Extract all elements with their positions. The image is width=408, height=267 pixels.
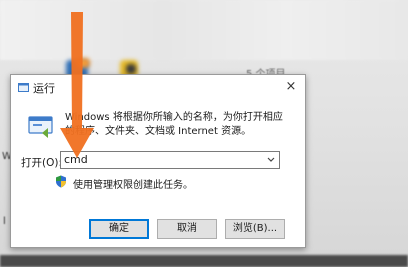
- uac-shield-icon: [55, 175, 67, 188]
- open-label: 打开(O):: [21, 157, 62, 169]
- admin-note: 使用管理权限创建此任务。: [73, 180, 193, 191]
- background-app-icon-orange: [76, 58, 90, 68]
- title-bar[interactable]: 运行 ×: [11, 75, 305, 99]
- background-app-icon-dark: [126, 64, 136, 74]
- cancel-button[interactable]: 取消: [157, 219, 217, 239]
- taskbar: [0, 255, 408, 267]
- close-button[interactable]: ×: [277, 75, 305, 99]
- background-letter-l: l: [3, 216, 6, 227]
- dropdown-chevron-icon[interactable]: [265, 153, 277, 167]
- run-icon: [18, 82, 29, 92]
- run-large-icon: [27, 111, 55, 139]
- run-dialog: 运行 × Windows 将根据你所输入的名称，为你打开相应的程序、文件夹、文档…: [10, 74, 306, 248]
- description-text: Windows 将根据你所输入的名称，为你打开相应的程序、文件夹、文档或 Int…: [65, 112, 283, 137]
- background-window-top: [0, 0, 408, 60]
- window-title: 运行: [33, 82, 55, 95]
- open-combobox[interactable]: cmd: [60, 151, 280, 169]
- ok-button[interactable]: 确定: [89, 219, 149, 239]
- browse-button[interactable]: 浏览(B)...: [225, 219, 285, 239]
- open-input[interactable]: cmd: [64, 153, 88, 166]
